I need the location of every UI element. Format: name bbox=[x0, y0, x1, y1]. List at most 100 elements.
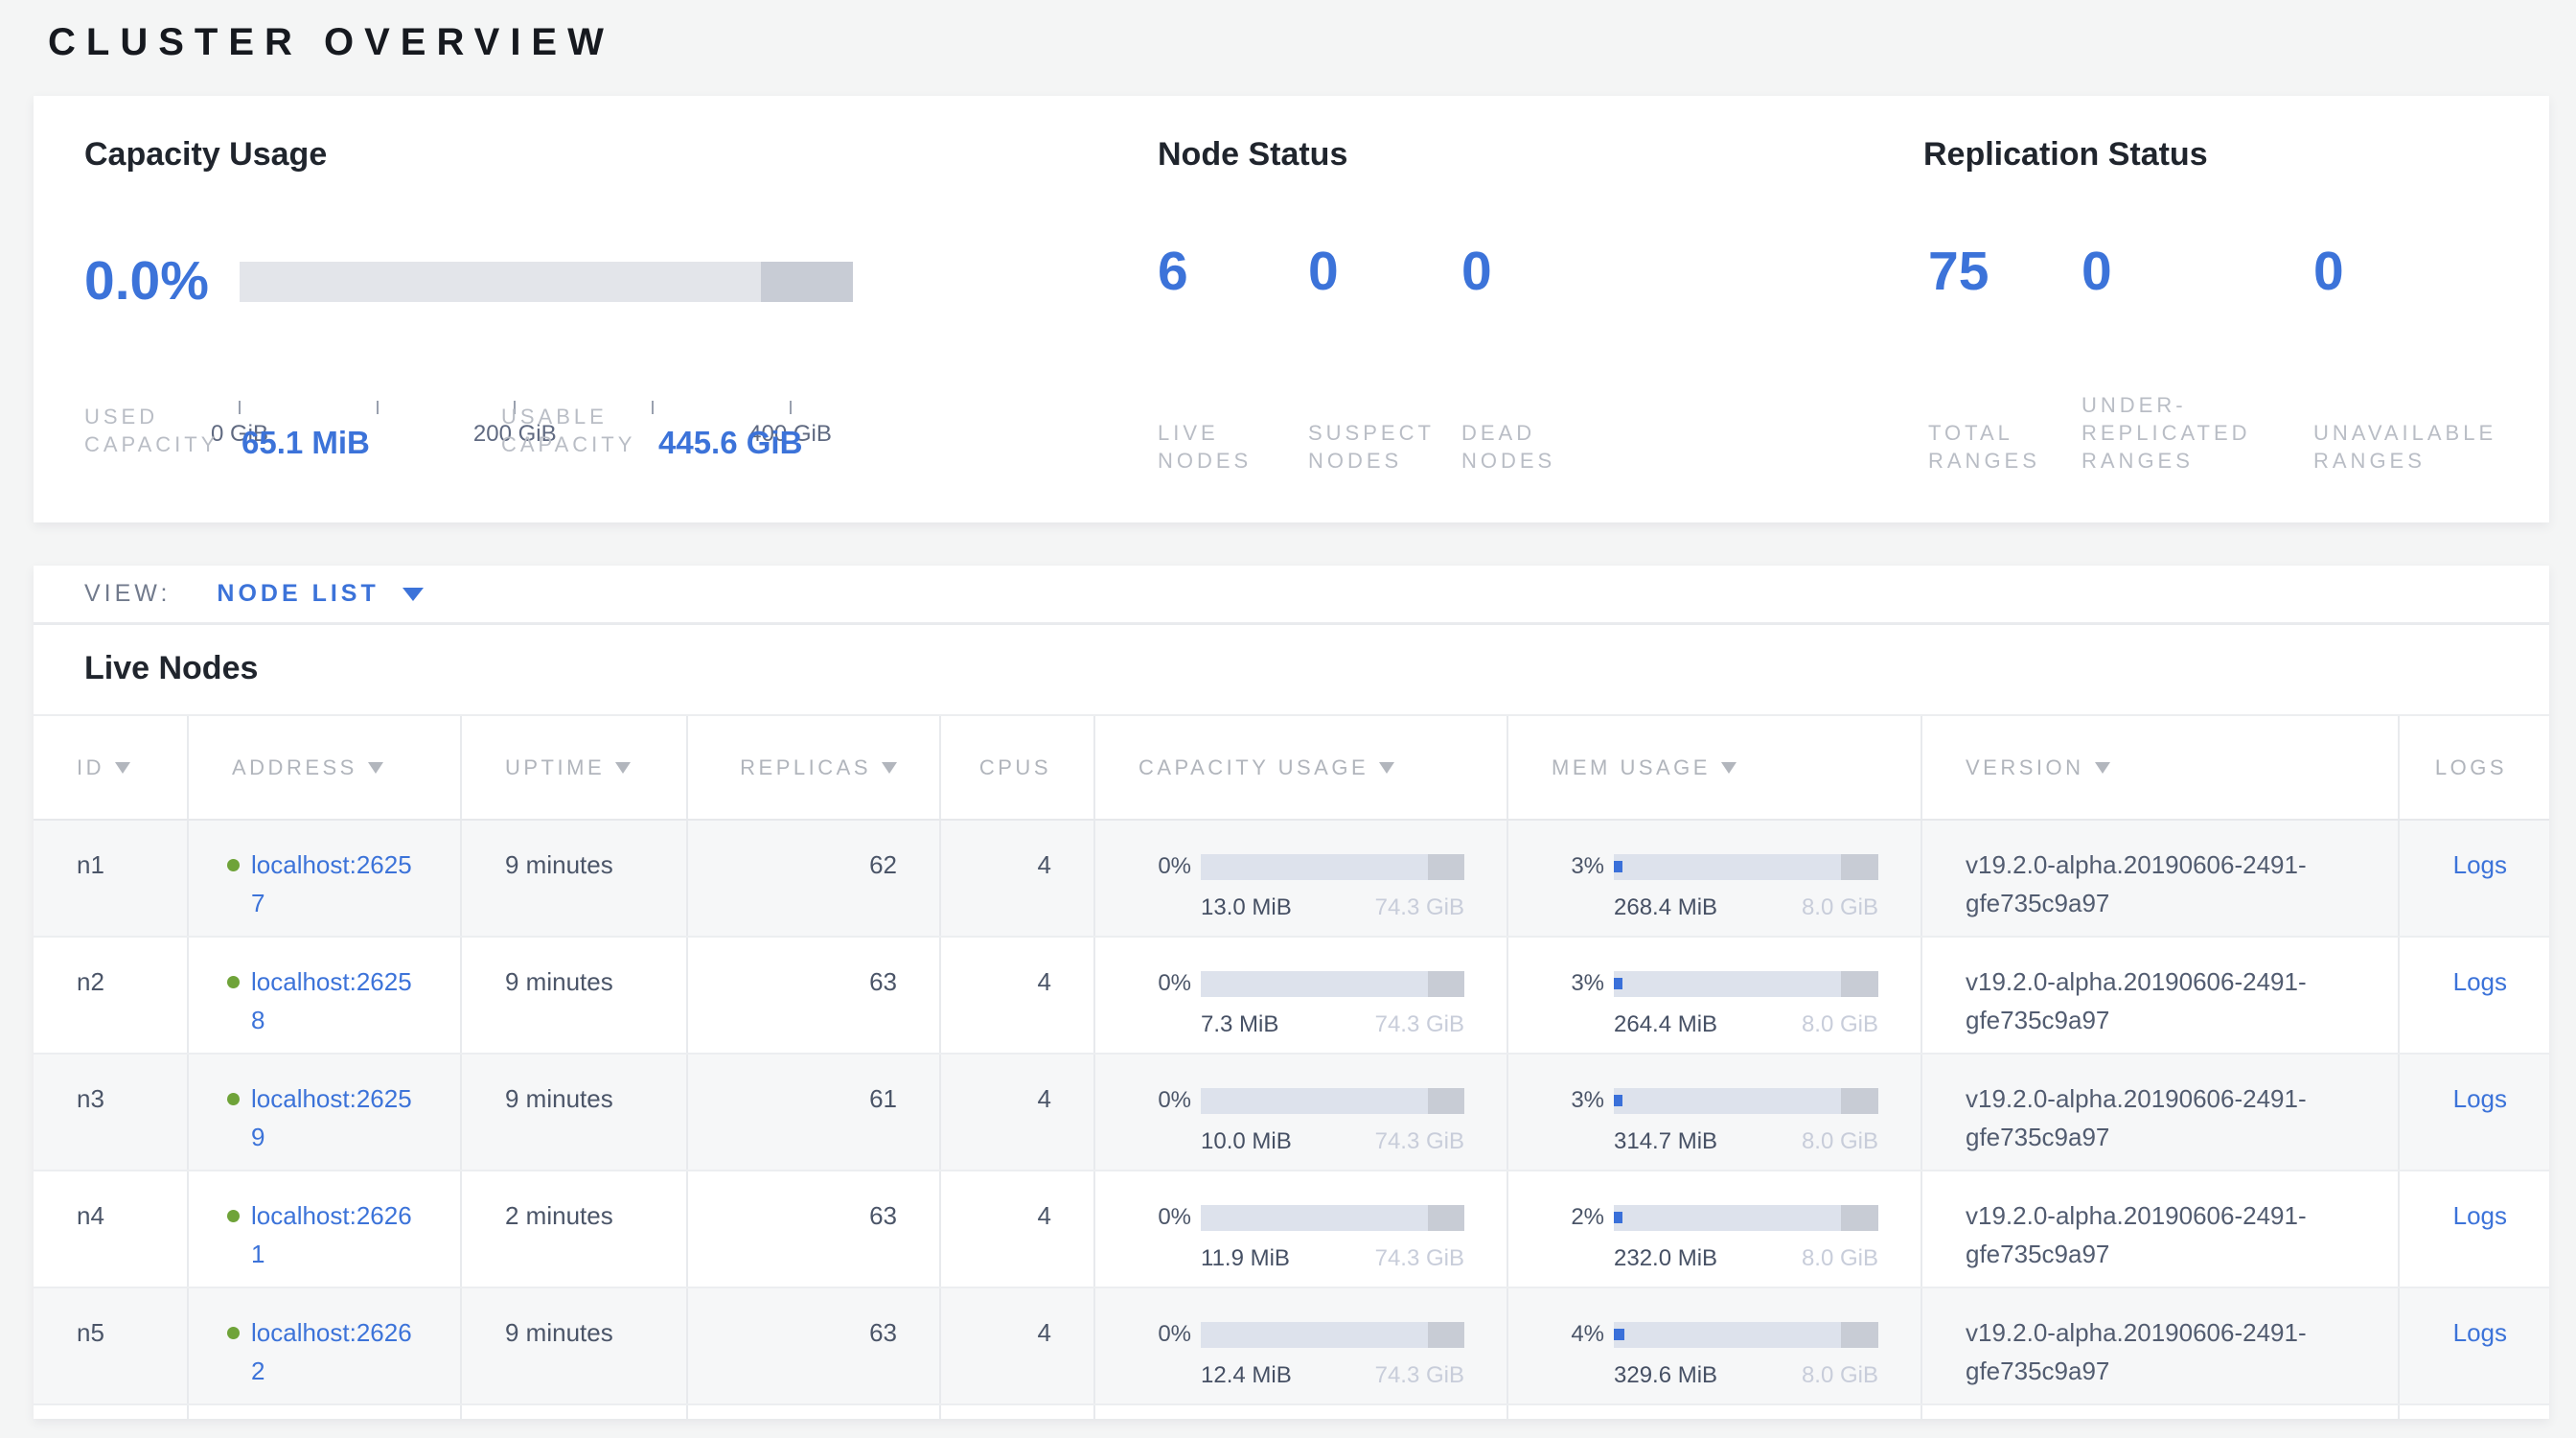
logs-link[interactable]: Logs bbox=[2453, 967, 2507, 996]
column-header-id[interactable]: ID bbox=[34, 716, 189, 819]
node-address-link[interactable]: localhost:26258 bbox=[251, 963, 416, 1039]
node-live-icon bbox=[227, 976, 240, 988]
node-uptime-cell: 2 minutes bbox=[462, 1171, 688, 1287]
capacity-usage-heading: Capacity Usage bbox=[84, 136, 327, 174]
capacity-usage-percent: 0% bbox=[1138, 1315, 1191, 1354]
capacity-usage-bar bbox=[1201, 971, 1464, 997]
mem-usage-fill bbox=[1614, 1095, 1622, 1106]
node-address-cell: localhost:26259 bbox=[189, 1055, 462, 1170]
capacity-usage-bar bbox=[1201, 1205, 1464, 1231]
stat-value: 0 bbox=[2082, 244, 2302, 299]
node-replicas-cell: 62 bbox=[688, 821, 941, 936]
stat-label: UNDER-REPLICATED RANGES bbox=[2082, 391, 2302, 475]
table-row: n4localhost:262612 minutes6340%11.9 MiB7… bbox=[34, 1171, 2549, 1288]
cluster-summary-card: Capacity Usage 0.0% 0 GiB200 GiB400 GiB … bbox=[34, 96, 2549, 522]
node-version-cell: v19.2.0-alpha.20190606-2491-gfe735c9a97 bbox=[1922, 821, 2400, 936]
column-header-version[interactable]: VERSION bbox=[1922, 716, 2400, 819]
sort-desc-icon bbox=[615, 762, 631, 774]
sort-desc-icon bbox=[2095, 762, 2110, 774]
node-replicas-cell: 63 bbox=[688, 1171, 941, 1287]
mem-usage-fill bbox=[1614, 861, 1622, 872]
node-version-cell: v19.2.0-alpha.20190606-2491-gfe735c9a97 bbox=[1922, 938, 2400, 1053]
node-replicas-cell: 61 bbox=[688, 1055, 941, 1170]
node-uptime-cell: 9 minutes bbox=[462, 938, 688, 1053]
sort-desc-icon bbox=[115, 762, 130, 774]
mem-usage-used-value: 232.0 MiB bbox=[1614, 1244, 1717, 1273]
node-live-icon bbox=[227, 1210, 240, 1222]
stat-label: UNAVAILABLE RANGES bbox=[2313, 419, 2553, 475]
node-address-link[interactable]: localhost:26261 bbox=[251, 1196, 416, 1273]
logs-link[interactable]: Logs bbox=[2453, 850, 2507, 879]
stat-value: 0 bbox=[2313, 244, 2553, 299]
node-replicas-cell: 63 bbox=[688, 938, 941, 1053]
column-header-label: UPTIME bbox=[505, 755, 605, 780]
capacity-usage-cell: 0%13.0 MiB74.3 GiB bbox=[1095, 821, 1508, 936]
mem-usage-percent: 3% bbox=[1551, 964, 1604, 1003]
capacity-used-percent: 0.0% bbox=[84, 254, 209, 309]
table-body: n1localhost:262579 minutes6240%13.0 MiB7… bbox=[34, 821, 2549, 1419]
column-header-label: REPLICAS bbox=[740, 755, 871, 780]
replication-status-stats: 75TOTAL RANGES0UNDER-REPLICATED RANGES0U… bbox=[1923, 244, 2546, 475]
column-header-label: MEM USAGE bbox=[1552, 755, 1711, 780]
replication-status-section: Replication Status 75TOTAL RANGES0UNDER-… bbox=[1923, 96, 2546, 522]
stat-label: LIVE NODES bbox=[1158, 419, 1282, 475]
table-header-row: IDADDRESSUPTIMEREPLICASCPUSCAPACITY USAG… bbox=[34, 714, 2549, 821]
mem-usage-percent: 3% bbox=[1551, 1081, 1604, 1120]
node-address-cell: localhost:26262 bbox=[189, 1288, 462, 1403]
mem-usage-reserved-segment bbox=[1841, 1322, 1878, 1348]
mem-usage-percent: 2% bbox=[1551, 1198, 1604, 1237]
mem-usage-bar bbox=[1614, 971, 1878, 997]
column-header-replicas[interactable]: REPLICAS bbox=[688, 716, 941, 819]
stat-value: 0 bbox=[1308, 244, 1461, 299]
live-nodes-heading: Live Nodes bbox=[84, 650, 258, 687]
node-id-cell: n2 bbox=[34, 938, 189, 1053]
mem-usage-cell: 3%268.4 MiB8.0 GiB bbox=[1508, 821, 1922, 936]
column-header-uptime[interactable]: UPTIME bbox=[462, 716, 688, 819]
column-header-mem[interactable]: MEM USAGE bbox=[1508, 716, 1922, 819]
view-dropdown[interactable]: NODE LIST bbox=[217, 580, 423, 608]
logs-link[interactable]: Logs bbox=[2453, 1084, 2507, 1113]
node-uptime-cell: 9 minutes bbox=[462, 821, 688, 936]
axis-tick bbox=[377, 401, 379, 414]
capacity-usage-reserved-segment bbox=[1428, 1088, 1465, 1114]
capacity-usage-cell: 0%7.3 MiB74.3 GiB bbox=[1095, 938, 1508, 1053]
node-address-link[interactable]: localhost:26259 bbox=[251, 1079, 416, 1156]
table-row: n5localhost:262629 minutes6340%12.4 MiB7… bbox=[34, 1288, 2549, 1405]
view-bar: VIEW: NODE LIST bbox=[34, 566, 2549, 625]
mem-usage-percent: 4% bbox=[1551, 1315, 1604, 1354]
mem-usage-used-value: 314.7 MiB bbox=[1614, 1127, 1717, 1156]
capacity-usage-percent: 0% bbox=[1138, 847, 1191, 886]
used-capacity-stat: USED CAPACITY 65.1 MiB bbox=[84, 403, 370, 458]
column-header-address[interactable]: ADDRESS bbox=[189, 716, 462, 819]
node-logs-cell: Logs bbox=[2400, 1288, 2549, 1403]
sort-desc-icon bbox=[882, 762, 897, 774]
column-header-capacity[interactable]: CAPACITY USAGE bbox=[1095, 716, 1508, 819]
node-cpus-cell: 4 bbox=[941, 1055, 1095, 1170]
node-version-cell: v19.2.0-alpha.20190606-2491-gfe735c9a97 bbox=[1922, 1288, 2400, 1403]
node-address-link[interactable]: localhost:26262 bbox=[251, 1313, 416, 1390]
capacity-usage-total-value: 74.3 GiB bbox=[1375, 1244, 1464, 1273]
node-id-cell: n4 bbox=[34, 1171, 189, 1287]
sort-desc-icon bbox=[368, 762, 383, 774]
node-status-stat: 6LIVE NODES bbox=[1158, 244, 1282, 475]
capacity-usage-percent: 0% bbox=[1138, 964, 1191, 1003]
replication-stat: 0 UNDER-REPLICATED RANGES bbox=[2082, 244, 2302, 475]
capacity-usage-cell: 0%11.9 MiB74.3 GiB bbox=[1095, 1171, 1508, 1287]
logs-link[interactable]: Logs bbox=[2453, 1318, 2507, 1347]
capacity-usage-section: Capacity Usage 0.0% 0 GiB200 GiB400 GiB … bbox=[84, 96, 1129, 522]
mem-usage-cell: 2%232.0 MiB8.0 GiB bbox=[1508, 1171, 1922, 1287]
column-header-label: ID bbox=[77, 755, 104, 780]
live-nodes-table: IDADDRESSUPTIMEREPLICASCPUSCAPACITY USAG… bbox=[34, 714, 2549, 1419]
node-replicas-cell: 63 bbox=[688, 1288, 941, 1403]
logs-link[interactable]: Logs bbox=[2453, 1201, 2507, 1230]
column-header-label: LOGS bbox=[2435, 755, 2507, 780]
node-status-stat: 0SUSPECT NODES bbox=[1308, 244, 1461, 475]
used-capacity-label: USED CAPACITY bbox=[84, 403, 228, 458]
mem-usage-used-value: 264.4 MiB bbox=[1614, 1010, 1717, 1039]
live-nodes-card: VIEW: NODE LIST Live Nodes ID ADDRESS UPTI… bbox=[34, 566, 2549, 1419]
capacity-usage-total-value: 74.3 GiB bbox=[1375, 1127, 1464, 1156]
capacity-usage-reserved-segment bbox=[1428, 1205, 1465, 1231]
node-address-link[interactable]: localhost:26257 bbox=[251, 846, 416, 922]
capacity-usage-used-value: 13.0 MiB bbox=[1201, 893, 1292, 922]
usable-capacity-stat: USABLE CAPACITY 445.6 GiB bbox=[501, 403, 802, 458]
